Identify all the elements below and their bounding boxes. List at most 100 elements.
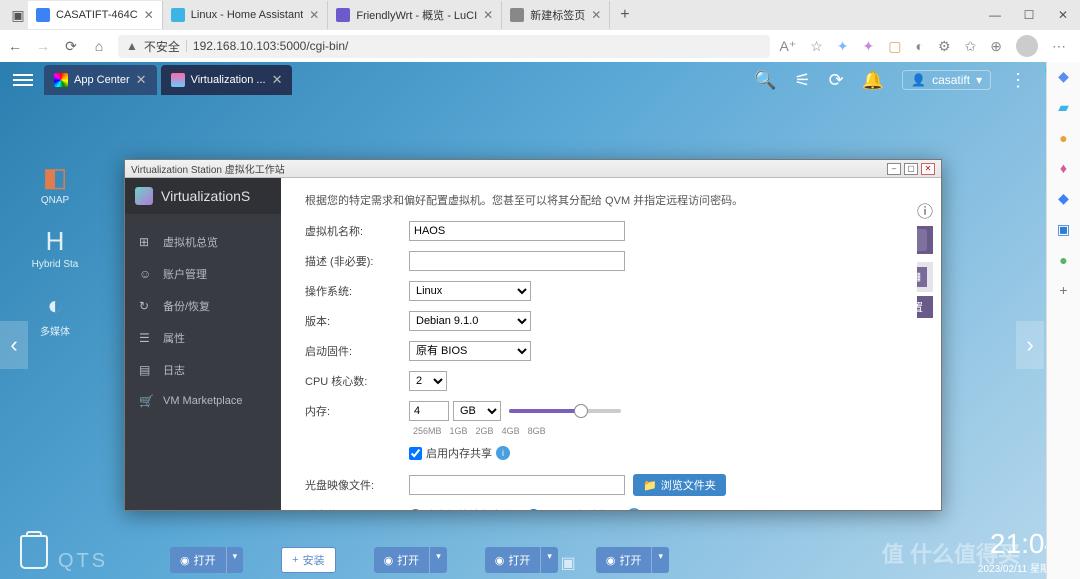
ext-icon[interactable]: ▢	[888, 38, 901, 55]
user-menu[interactable]: 👤 casatift ▾	[902, 70, 991, 90]
back-icon[interactable]: ←	[6, 38, 24, 54]
security-warning-text: 不安全	[144, 38, 180, 55]
share-memory-checkbox[interactable]: 启用内存共享	[409, 445, 492, 461]
more-icon[interactable]: ⋯	[1052, 38, 1066, 55]
carousel-prev-icon[interactable]: ‹	[0, 321, 28, 369]
url-input[interactable]: ▲ 不安全 192.168.10.103:5000/cgi-bin/	[118, 35, 770, 58]
edge-icon[interactable]: ♦	[1060, 160, 1067, 176]
edge-sidebar: ◆ ▰ ● ♦ ◆ ▣ ● +	[1046, 62, 1080, 579]
chevron-down-icon: ▾	[976, 73, 982, 87]
tab-overview-icon[interactable]: ▣	[8, 7, 28, 24]
reload-icon[interactable]: ⟳	[62, 38, 80, 55]
task-icon[interactable]: ⟳	[829, 70, 844, 91]
window-max-icon[interactable]: ▢	[904, 163, 918, 175]
open-button[interactable]: ◉ 打开▾	[170, 547, 243, 573]
info-icon[interactable]: i	[627, 508, 641, 510]
tab-label: Linux - Home Assistant	[191, 9, 304, 21]
ext-icon[interactable]: ⚙	[938, 38, 951, 55]
sidebar-item-logs[interactable]: ▤日志	[125, 354, 281, 386]
open-button[interactable]: ◉ 打开▾	[374, 547, 447, 573]
open-button[interactable]: ◉ 打开▾	[485, 547, 558, 573]
radio-existing-image[interactable]: 使用现有映像	[527, 507, 609, 510]
edge-icon[interactable]: ◆	[1058, 190, 1069, 207]
firmware-select[interactable]: 原有 BIOS	[409, 341, 531, 361]
browser-tab[interactable]: 新建标签页 ✕	[502, 1, 610, 29]
window-min-icon[interactable]: –	[887, 163, 901, 175]
app-tab-close-icon[interactable]: ✕	[272, 72, 283, 88]
memory-slider[interactable]	[509, 409, 621, 413]
bg-info-icon[interactable]: ⓘ	[917, 198, 933, 222]
vm-desc-input[interactable]	[409, 251, 625, 271]
ext-icon[interactable]: ✦	[837, 38, 849, 55]
favorite-icon[interactable]: ☆	[810, 38, 823, 55]
url-text: 192.168.10.103:5000/cgi-bin/	[193, 39, 348, 53]
memory-label: 内存:	[305, 403, 409, 419]
favicon-icon	[510, 8, 524, 22]
volume-icon[interactable]: ⚟	[794, 70, 810, 91]
edge-icon[interactable]: ▰	[1058, 99, 1069, 116]
sidebar-item-backup[interactable]: ↻备份/恢复	[125, 290, 281, 322]
browser-tab[interactable]: Linux - Home Assistant ✕	[163, 1, 329, 29]
window-close-button[interactable]: ✕	[1046, 0, 1080, 30]
edge-icon[interactable]: ●	[1059, 252, 1067, 268]
menu-icon[interactable]	[6, 65, 40, 95]
profile-avatar[interactable]	[1016, 35, 1038, 57]
sidebar-item-overview[interactable]: ⊞虚拟机总览	[125, 226, 281, 258]
slider-thumb[interactable]	[574, 404, 588, 418]
dock-item[interactable]: HHybrid Sta	[0, 226, 110, 270]
version-label: 版本:	[305, 313, 409, 329]
edge-add-icon[interactable]: +	[1059, 282, 1067, 298]
search-icon[interactable]: 🔍	[754, 70, 776, 91]
install-button[interactable]: + 安装	[281, 547, 335, 573]
read-aloud-icon[interactable]: A⁺	[780, 38, 797, 55]
vs-sidebar: VirtualizationS ⊞虚拟机总览 ☺账户管理 ↻备份/恢复 ☰属性 …	[125, 178, 281, 510]
memory-unit-select[interactable]: GB	[453, 401, 501, 421]
vs-titlebar[interactable]: Virtualization Station 虚拟化工作站 – ▢ ✕	[125, 160, 941, 178]
vm-name-input[interactable]	[409, 221, 625, 241]
collections-icon[interactable]: ⊕	[990, 38, 1002, 55]
forward-icon[interactable]: →	[34, 38, 52, 54]
radio-new-image[interactable]: 建立新的镜像文件	[409, 507, 513, 510]
vs-icon	[171, 73, 185, 87]
tab-close-icon[interactable]: ✕	[309, 8, 319, 22]
info-icon[interactable]: i	[496, 446, 510, 460]
sidebar-item-marketplace[interactable]: 🛒VM Marketplace	[125, 386, 281, 416]
more-icon[interactable]: ⋮	[1009, 70, 1027, 91]
version-select[interactable]: Debian 9.1.0	[409, 311, 531, 331]
tab-close-icon[interactable]: ✕	[144, 8, 154, 22]
browser-tab[interactable]: FriendlyWrt - 概览 - LuCI ✕	[328, 1, 502, 29]
favicon-icon	[36, 8, 50, 22]
memory-value-input[interactable]	[409, 401, 449, 421]
tab-close-icon[interactable]: ✕	[591, 8, 601, 22]
ext-icon[interactable]: ◐	[916, 38, 924, 54]
open-button[interactable]: ◉ 打开▾	[596, 547, 669, 573]
app-tab-close-icon[interactable]: ✕	[136, 72, 147, 88]
home-icon[interactable]: ⌂	[90, 38, 108, 54]
tab-close-icon[interactable]: ✕	[483, 8, 493, 22]
trash-icon[interactable]	[20, 535, 48, 569]
sidebar-item-accounts[interactable]: ☺账户管理	[125, 258, 281, 290]
ext-icon[interactable]: ✦	[863, 38, 875, 55]
window-minimize-button[interactable]: —	[978, 0, 1012, 30]
dock-item[interactable]: ◧QNAP	[0, 162, 110, 206]
app-tab-vs[interactable]: Virtualization ... ✕	[161, 65, 293, 95]
favorites-bar-icon[interactable]: ✩	[965, 38, 977, 55]
cpu-select[interactable]: 2	[409, 371, 447, 391]
browse-iso-button[interactable]: 📁 浏览文件夹	[633, 474, 726, 496]
sidebar-item-properties[interactable]: ☰属性	[125, 322, 281, 354]
edge-icon[interactable]: ●	[1059, 130, 1067, 146]
user-icon: 👤	[911, 73, 926, 87]
disk-label: 磁盘位置:	[305, 507, 409, 510]
app-tab-appcenter[interactable]: App Center ✕	[44, 65, 157, 95]
os-select[interactable]: Linux	[409, 281, 531, 301]
window-close-icon[interactable]: ✕	[921, 163, 935, 175]
browser-tab[interactable]: CASATIFT-464C ✕	[28, 1, 163, 29]
carousel-next-icon[interactable]: ›	[1016, 321, 1044, 369]
bell-icon[interactable]: 🔔	[862, 70, 884, 91]
edge-icon[interactable]: ◆	[1058, 68, 1069, 85]
edge-icon[interactable]: ▣	[1057, 221, 1070, 238]
window-maximize-button[interactable]: ☐	[1012, 0, 1046, 30]
new-tab-button[interactable]: +	[610, 6, 639, 24]
vs-logo-icon	[135, 187, 153, 205]
iso-path-input[interactable]	[409, 475, 625, 495]
